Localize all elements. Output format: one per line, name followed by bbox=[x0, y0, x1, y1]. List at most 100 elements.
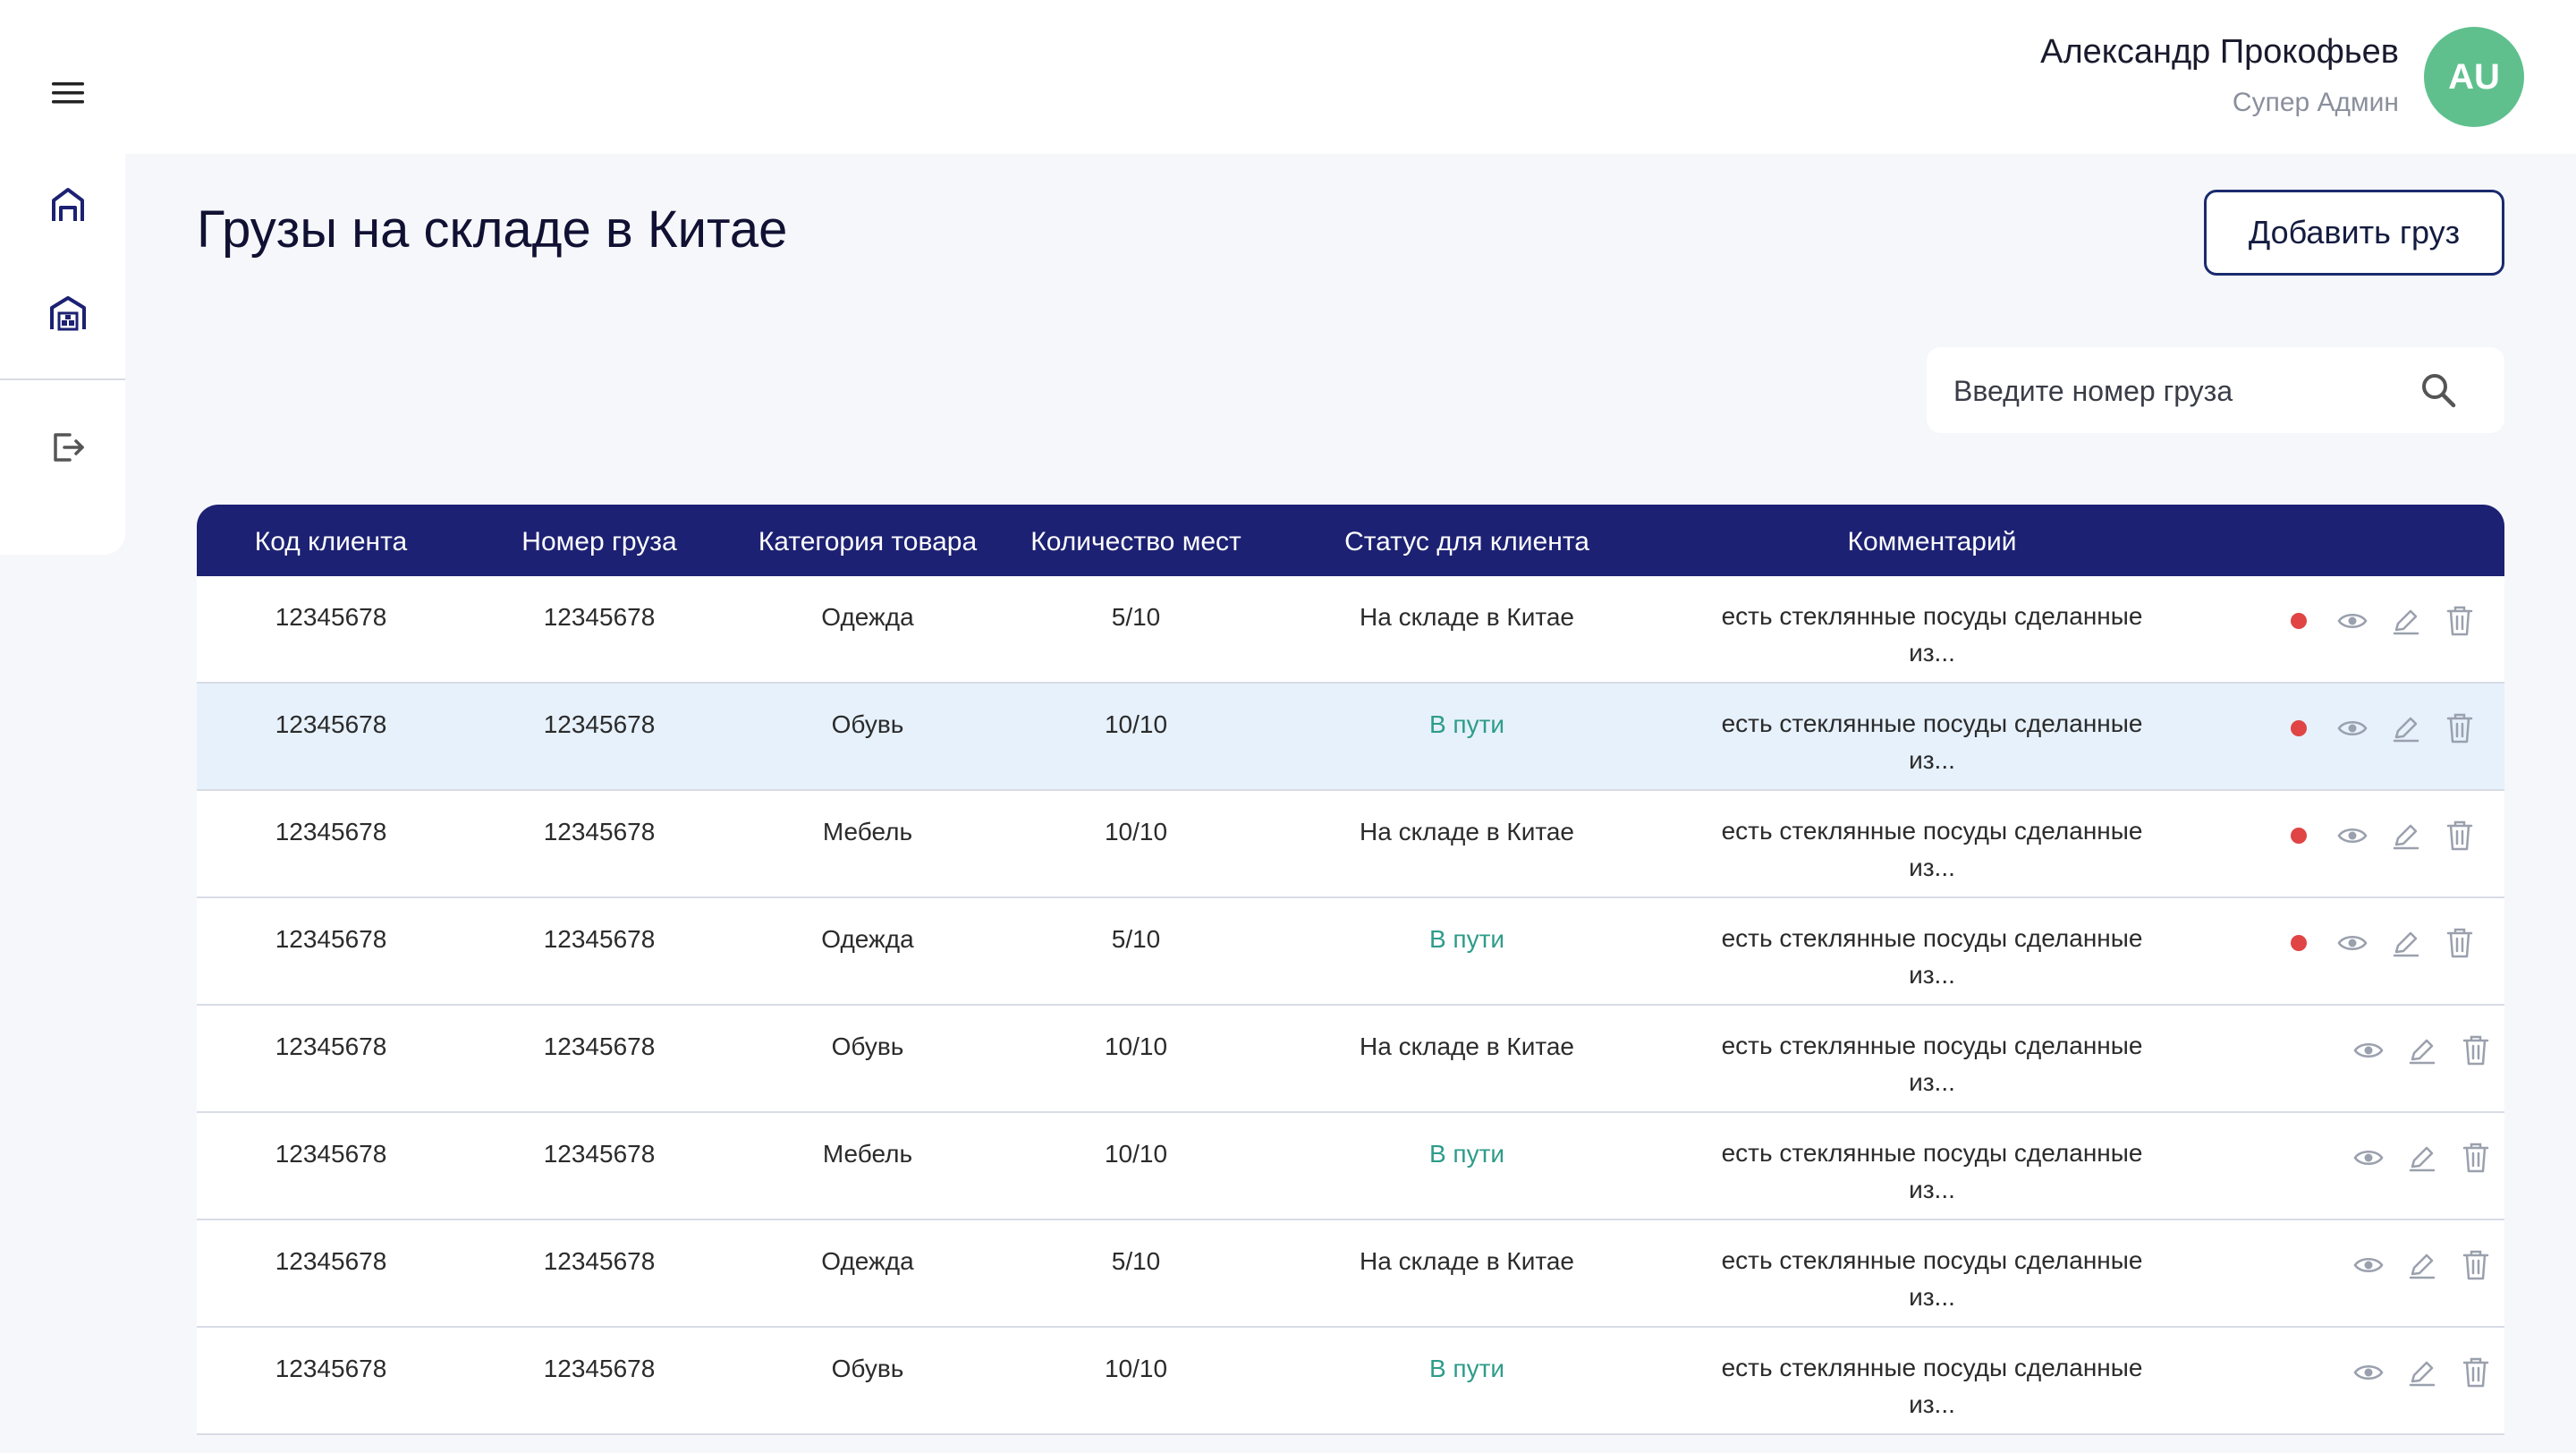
trash-icon[interactable] bbox=[2458, 1355, 2494, 1390]
column-header-comment: Комментарий bbox=[1847, 527, 2017, 557]
cell-comment: есть стеклянные посуды сделанные из... bbox=[1699, 1134, 2165, 1208]
trash-icon[interactable] bbox=[2458, 1140, 2494, 1176]
comment-text: есть стеклянные посуды сделанные bbox=[1721, 1139, 2143, 1167]
row-actions bbox=[2281, 710, 2496, 746]
edit-icon[interactable] bbox=[2404, 1247, 2440, 1283]
cell-places: 5/10 bbox=[1111, 925, 1161, 953]
cell-category: Мебель bbox=[822, 818, 913, 845]
avatar-initials: AU bbox=[2448, 56, 2500, 97]
cell-comment: есть стеклянные посуды сделанные из... bbox=[1699, 812, 2165, 886]
edit-icon[interactable] bbox=[2388, 710, 2424, 746]
edit-icon[interactable] bbox=[2404, 1355, 2440, 1390]
trash-icon[interactable] bbox=[2458, 1247, 2494, 1283]
menu-icon[interactable] bbox=[41, 66, 95, 120]
cell-status: На складе в Китае bbox=[1360, 1032, 1574, 1060]
comment-text: есть стеклянные посуды сделанные bbox=[1721, 710, 2143, 737]
trash-icon[interactable] bbox=[2442, 818, 2478, 854]
comment-ellipsis: из... bbox=[1909, 746, 1955, 774]
add-cargo-button[interactable]: Добавить груз bbox=[2204, 190, 2504, 276]
table-row[interactable]: 12345678 12345678 Мебель 10/10 На складе в К… bbox=[197, 791, 2504, 898]
comment-text: есть стеклянные посуды сделанные bbox=[1721, 602, 2143, 630]
trash-icon[interactable] bbox=[2442, 710, 2478, 746]
row-actions bbox=[2281, 603, 2496, 639]
table-row[interactable]: 12345678 12345678 Одежда 5/10 На складе в Ки… bbox=[197, 1220, 2504, 1328]
trash-icon[interactable] bbox=[2442, 925, 2478, 961]
eye-icon[interactable] bbox=[2334, 818, 2370, 854]
page-title: Грузы на складе в Китае bbox=[197, 200, 788, 259]
comment-text: есть стеклянные посуды сделанные bbox=[1721, 1354, 2143, 1381]
eye-icon[interactable] bbox=[2334, 925, 2370, 961]
eye-icon[interactable] bbox=[2351, 1032, 2386, 1068]
cell-cargo-number: 12345678 bbox=[543, 1032, 656, 1060]
new-indicator-dot bbox=[2281, 818, 2317, 854]
edit-icon[interactable] bbox=[2404, 1140, 2440, 1176]
avatar[interactable]: AU bbox=[2424, 27, 2524, 127]
cell-comment: есть стеклянные посуды сделанные из... bbox=[1699, 705, 2165, 778]
comment-ellipsis: из... bbox=[1909, 854, 1955, 881]
cell-places: 10/10 bbox=[1104, 710, 1168, 738]
cell-cargo-number: 12345678 bbox=[543, 925, 656, 953]
table-body: 12345678 12345678 Одежда 5/10 На складе в Ки… bbox=[197, 576, 2504, 1435]
cell-comment: есть стеклянные посуды сделанные из... bbox=[1699, 1242, 2165, 1315]
search-box bbox=[1927, 347, 2504, 435]
cell-cargo-number: 12345678 bbox=[543, 603, 656, 631]
cell-category: Обувь bbox=[831, 1032, 904, 1060]
cell-cargo-number: 12345678 bbox=[543, 1355, 656, 1382]
eye-icon[interactable] bbox=[2351, 1247, 2386, 1283]
table-row[interactable]: 12345678 12345678 Одежда 5/10 На складе в Ки… bbox=[197, 576, 2504, 684]
new-indicator-dot bbox=[2281, 603, 2317, 639]
table-row[interactable]: 12345678 12345678 Одежда 5/10 В пути есть сте… bbox=[197, 898, 2504, 1006]
cell-client-code: 12345678 bbox=[275, 1140, 387, 1168]
column-header-cargo-number: Номер груза bbox=[521, 527, 677, 557]
table-row[interactable]: 12345678 12345678 Обувь 10/10 На складе в Ки… bbox=[197, 1006, 2504, 1113]
search-input[interactable] bbox=[1952, 347, 2420, 435]
cell-status: На складе в Китае bbox=[1360, 603, 1574, 631]
comment-ellipsis: из... bbox=[1909, 961, 1955, 989]
row-actions bbox=[2308, 1032, 2522, 1068]
cell-client-code: 12345678 bbox=[275, 1032, 387, 1060]
edit-icon[interactable] bbox=[2388, 603, 2424, 639]
user-name: Александр Прокофьев bbox=[2040, 33, 2399, 71]
cell-category: Одежда bbox=[821, 925, 914, 953]
table-row[interactable]: 12345678 12345678 Мебель 10/10 В пути есть ст… bbox=[197, 1113, 2504, 1220]
search-icon[interactable] bbox=[2419, 370, 2458, 410]
cell-status: В пути bbox=[1428, 1140, 1505, 1168]
logout-icon[interactable] bbox=[41, 421, 95, 474]
cell-places: 10/10 bbox=[1104, 1032, 1168, 1060]
cell-status: На складе в Китае bbox=[1360, 1247, 1574, 1275]
cell-cargo-number: 12345678 bbox=[543, 1247, 656, 1275]
comment-ellipsis: из... bbox=[1909, 639, 1955, 667]
cell-status: В пути bbox=[1428, 1355, 1505, 1382]
new-indicator-dot bbox=[2281, 710, 2317, 746]
comment-text: есть стеклянные посуды сделанные bbox=[1721, 1032, 2143, 1059]
table-row[interactable]: 12345678 12345678 Обувь 10/10 В пути есть сте… bbox=[197, 684, 2504, 791]
edit-icon[interactable] bbox=[2404, 1032, 2440, 1068]
comment-ellipsis: из... bbox=[1909, 1176, 1955, 1203]
table-header: Код клиента Номер груза Категория товара… bbox=[197, 505, 2504, 576]
column-header-status: Статус для клиента bbox=[1344, 527, 1589, 557]
column-header-client-code: Код клиента bbox=[254, 527, 408, 557]
cell-places: 10/10 bbox=[1104, 1355, 1168, 1382]
cell-client-code: 12345678 bbox=[275, 603, 387, 631]
row-actions bbox=[2308, 1140, 2522, 1176]
cell-cargo-number: 12345678 bbox=[543, 1140, 656, 1168]
cell-places: 5/10 bbox=[1111, 603, 1161, 631]
edit-icon[interactable] bbox=[2388, 818, 2424, 854]
cell-status: В пути bbox=[1428, 925, 1505, 953]
trash-icon[interactable] bbox=[2458, 1032, 2494, 1068]
sidebar-divider bbox=[0, 378, 125, 380]
warehouse-icon[interactable] bbox=[41, 286, 95, 340]
comment-text: есть стеклянные посуды сделанные bbox=[1721, 817, 2143, 845]
home-icon[interactable] bbox=[41, 178, 95, 232]
eye-icon[interactable] bbox=[2351, 1140, 2386, 1176]
cell-status: На складе в Китае bbox=[1360, 818, 1574, 845]
eye-icon[interactable] bbox=[2334, 710, 2370, 746]
edit-icon[interactable] bbox=[2388, 925, 2424, 961]
eye-icon[interactable] bbox=[2351, 1355, 2386, 1390]
cell-client-code: 12345678 bbox=[275, 818, 387, 845]
comment-ellipsis: из... bbox=[1909, 1283, 1955, 1311]
eye-icon[interactable] bbox=[2334, 603, 2370, 639]
trash-icon[interactable] bbox=[2442, 603, 2478, 639]
table-row[interactable]: 12345678 12345678 Обувь 10/10 В пути есть сте… bbox=[197, 1328, 2504, 1435]
cell-client-code: 12345678 bbox=[275, 925, 387, 953]
